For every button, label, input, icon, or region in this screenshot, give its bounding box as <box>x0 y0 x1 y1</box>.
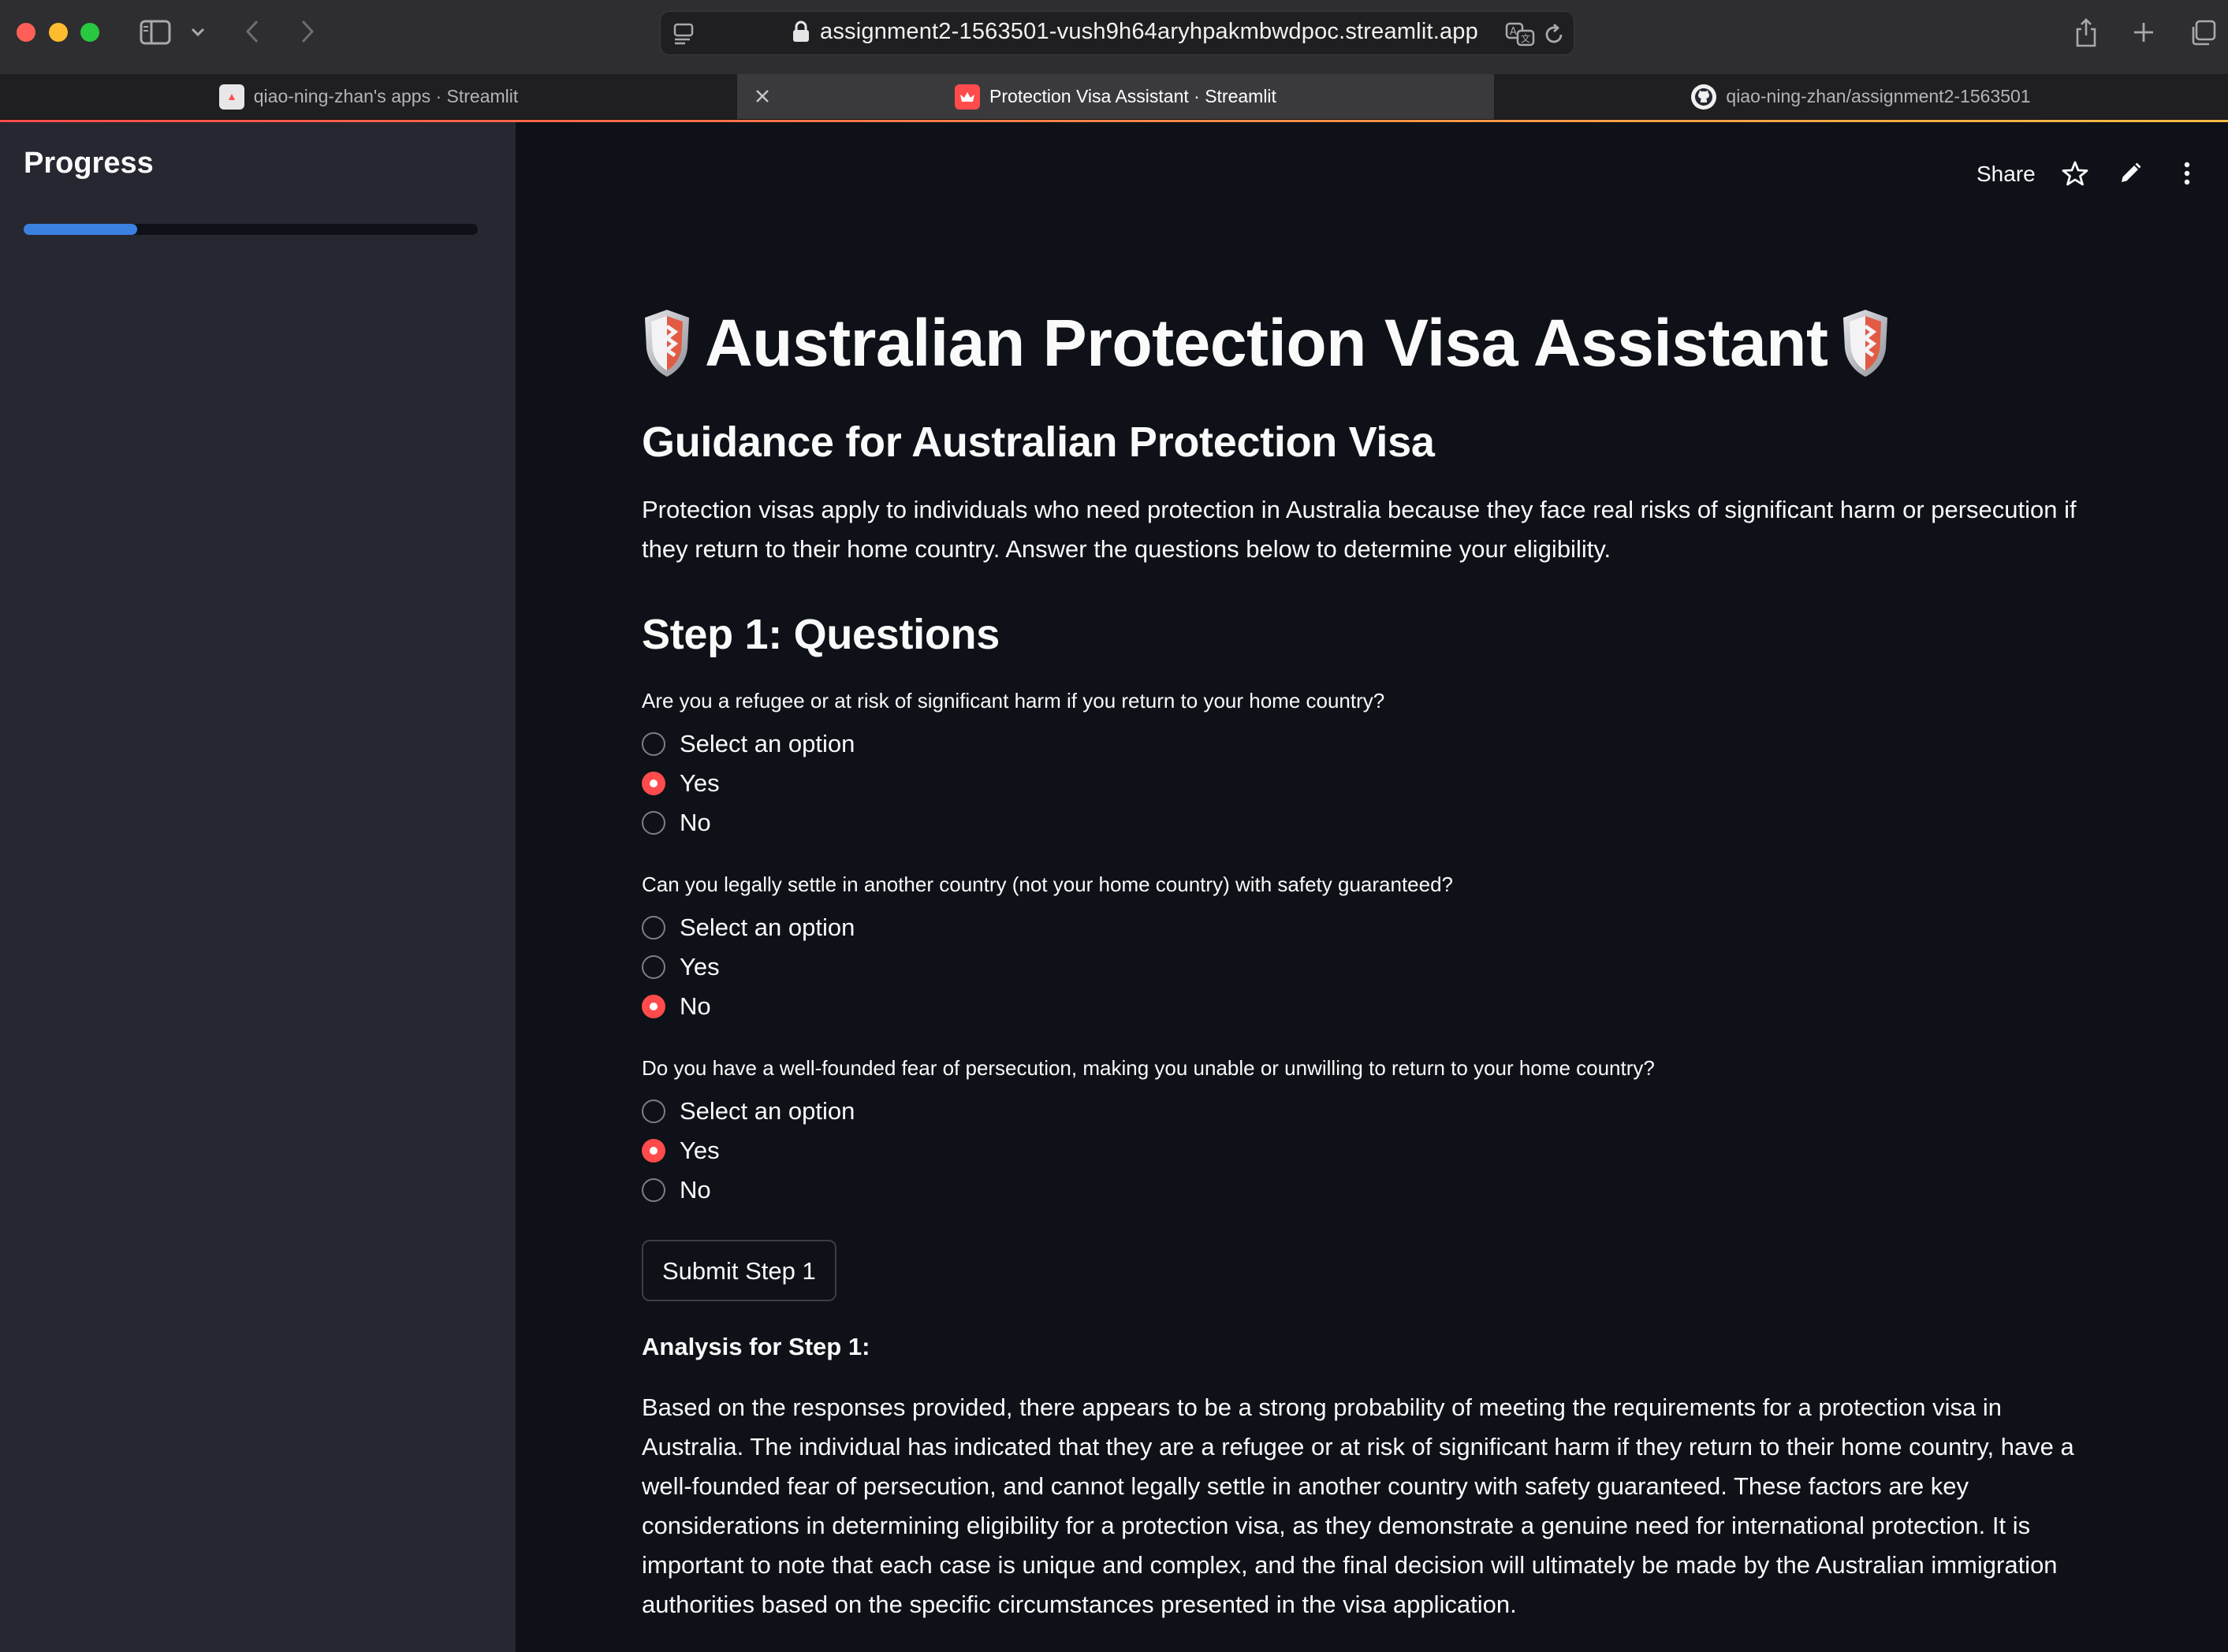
new-tab-icon[interactable] <box>2129 17 2159 47</box>
github-favicon-icon <box>1691 84 1717 110</box>
tab-streamlit-apps[interactable]: qiao-ning-zhan's apps · Streamlit <box>0 74 737 119</box>
window-minimize-button[interactable] <box>49 23 68 42</box>
tab-label: Protection Visa Assistant · Streamlit <box>989 86 1276 106</box>
tab-label: qiao-ning-zhan's apps · Streamlit <box>253 86 519 106</box>
radio-option[interactable]: Select an option <box>642 1092 2108 1131</box>
question-2-radio-group: Select an option Yes No <box>642 908 2108 1026</box>
window-close-button[interactable] <box>17 23 35 42</box>
radio-label: Yes <box>680 953 720 980</box>
radio-button[interactable] <box>642 955 665 979</box>
chevron-down-icon[interactable] <box>189 24 207 41</box>
radio-label: Yes <box>680 769 720 797</box>
window-zoom-button[interactable] <box>80 23 99 42</box>
radio-option[interactable]: Select an option <box>642 908 2108 947</box>
radio-button[interactable] <box>642 811 665 835</box>
tab-bar: qiao-ning-zhan's apps · Streamlit Protec… <box>0 74 2228 120</box>
lock-icon <box>792 20 810 43</box>
svg-text:文: 文 <box>1521 32 1530 44</box>
question-3-label: Do you have a well-founded fear of perse… <box>642 1056 1655 1080</box>
radio-label: No <box>680 809 711 836</box>
page-subtitle: Guidance for Australian Protection Visa <box>642 419 1435 466</box>
browser-titlebar: A文 assignment2-1563501-vush9h64aryhpakmb… <box>0 0 2228 74</box>
main-content: Australian Protection Visa Assistant Gui… <box>642 300 2108 1624</box>
radio-label: Select an option <box>680 913 855 941</box>
radio-option[interactable]: No <box>642 1170 2108 1210</box>
address-url[interactable]: assignment2-1563501-vush9h64aryhpakmbwdp… <box>820 19 1478 45</box>
radio-button[interactable] <box>642 732 665 756</box>
svg-text:A: A <box>1510 26 1517 38</box>
reload-icon[interactable] <box>1541 21 1567 48</box>
sidebar <box>0 122 516 1652</box>
question-1-label: Are you a refugee or at risk of signific… <box>642 689 1385 713</box>
intro-paragraph: Protection visas apply to individuals wh… <box>642 496 2077 563</box>
radio-option[interactable]: Select an option <box>642 724 2108 764</box>
radio-option[interactable]: No <box>642 803 2108 843</box>
tab-label: qiao-ning-zhan/assignment2-1563501 <box>1726 86 2031 106</box>
submit-step-1-button[interactable]: Submit Step 1 <box>642 1240 836 1301</box>
radio-option[interactable]: Yes <box>642 764 2108 803</box>
sidebar-title: Progress <box>24 147 154 180</box>
back-icon[interactable] <box>240 16 265 47</box>
radio-option[interactable]: Yes <box>642 947 2108 987</box>
radio-label: Select an option <box>680 1097 855 1125</box>
radio-button[interactable] <box>642 1178 665 1202</box>
shield-icon <box>645 310 689 377</box>
radio-label: Select an option <box>680 730 855 757</box>
radio-option[interactable]: Yes <box>642 1131 2108 1170</box>
radio-option[interactable]: No <box>642 987 2108 1026</box>
radio-label: No <box>680 992 711 1020</box>
analysis-text: Based on the responses provided, there a… <box>642 1393 2074 1618</box>
analysis-heading: Analysis for Step 1: <box>642 1333 870 1360</box>
tab-protection-visa-assistant[interactable]: Protection Visa Assistant · Streamlit <box>737 74 1494 119</box>
radio-button[interactable] <box>642 916 665 939</box>
radio-label: Yes <box>680 1137 720 1164</box>
page-title-text: Australian Protection Visa Assistant <box>705 305 1828 380</box>
sidebar-toggle-icon[interactable] <box>139 17 172 47</box>
question-1-radio-group: Select an option Yes No <box>642 724 2108 843</box>
shield-icon <box>1843 310 1888 377</box>
close-icon[interactable] <box>750 84 775 109</box>
question-3-radio-group: Select an option Yes No <box>642 1092 2108 1210</box>
share-icon[interactable] <box>2072 14 2100 50</box>
radio-button[interactable] <box>642 995 665 1018</box>
translate-icon[interactable]: A文 <box>1504 20 1536 48</box>
progress-bar-fill <box>24 224 137 235</box>
pencil-icon[interactable] <box>2114 158 2146 189</box>
tab-overview-icon[interactable] <box>2187 17 2219 49</box>
share-button[interactable]: Share <box>1977 162 2036 187</box>
progress-bar <box>24 224 478 235</box>
step-heading: Step 1: Questions <box>642 611 1000 658</box>
tab-github-repo[interactable]: qiao-ning-zhan/assignment2-1563501 <box>1494 74 2228 119</box>
star-icon[interactable] <box>2059 158 2091 189</box>
forward-icon[interactable] <box>295 16 320 47</box>
radio-button[interactable] <box>642 1099 665 1123</box>
radio-button[interactable] <box>642 772 665 795</box>
page-title: Australian Protection Visa Assistant <box>642 300 2108 386</box>
question-2-label: Can you legally settle in another countr… <box>642 873 1454 896</box>
radio-button[interactable] <box>642 1139 665 1163</box>
streamlit-favicon-icon <box>955 84 981 110</box>
radio-label: No <box>680 1176 711 1204</box>
streamlit-favicon-icon <box>218 84 244 110</box>
more-vertical-icon[interactable] <box>2171 158 2203 189</box>
reader-icon[interactable] <box>672 21 697 47</box>
